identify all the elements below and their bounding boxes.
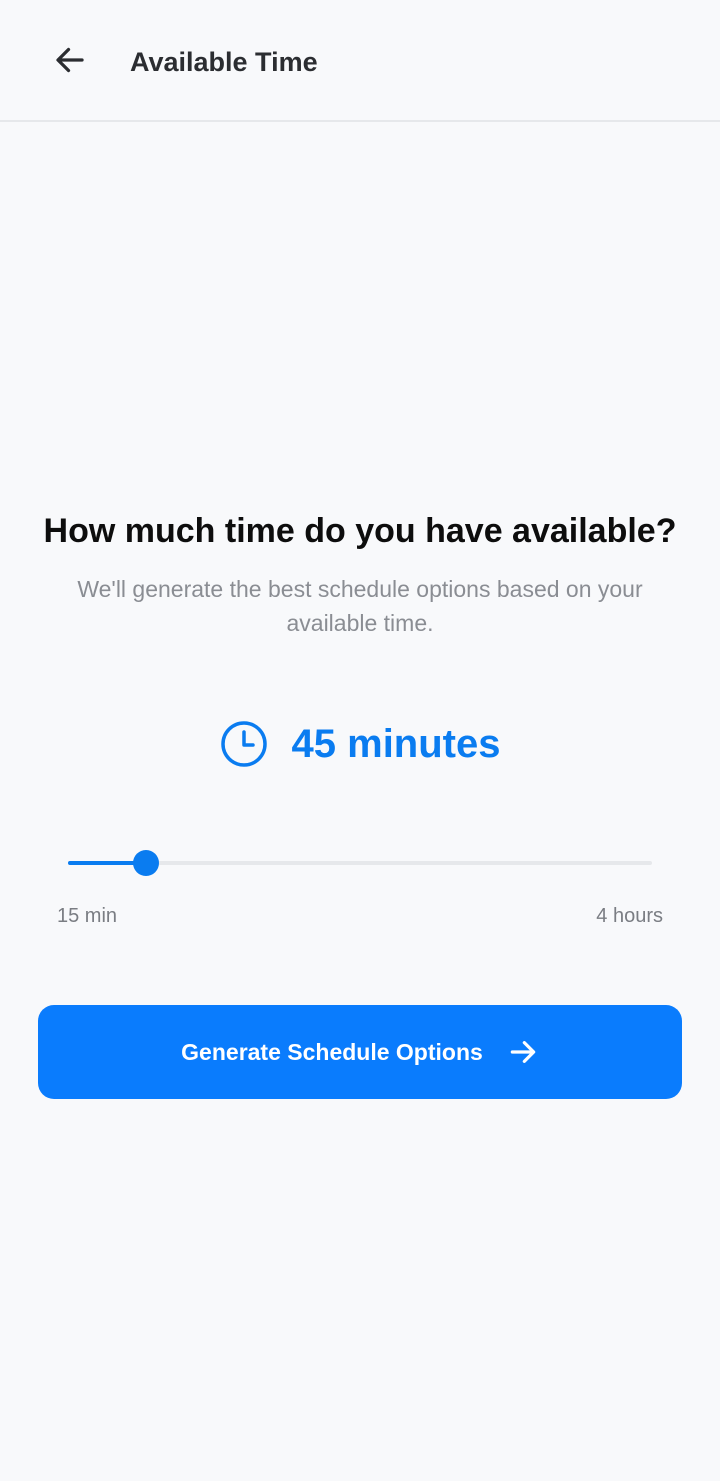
slider-thumb[interactable]	[133, 850, 159, 876]
arrow-left-icon	[56, 47, 84, 73]
time-value: 45 minutes	[291, 722, 501, 766]
question-heading: How much time do you have available?	[43, 512, 677, 550]
generate-schedule-label: Generate Schedule Options	[181, 1039, 483, 1065]
clock-icon	[220, 721, 267, 767]
slider-min-label: 15 min	[57, 905, 118, 927]
back-button[interactable]	[40, 30, 100, 90]
app-header: Available Time	[0, 0, 720, 122]
slider-max-label: 4 hours	[596, 905, 663, 927]
generate-schedule-button[interactable]: Generate Schedule Options	[38, 1005, 682, 1099]
time-slider[interactable]	[68, 844, 652, 884]
time-display: 45 minutes	[0, 712, 720, 776]
page-title: Available Time	[130, 47, 318, 77]
arrow-right-icon	[510, 1041, 536, 1063]
question-subtitle: We'll generate the best schedule options…	[77, 576, 643, 636]
